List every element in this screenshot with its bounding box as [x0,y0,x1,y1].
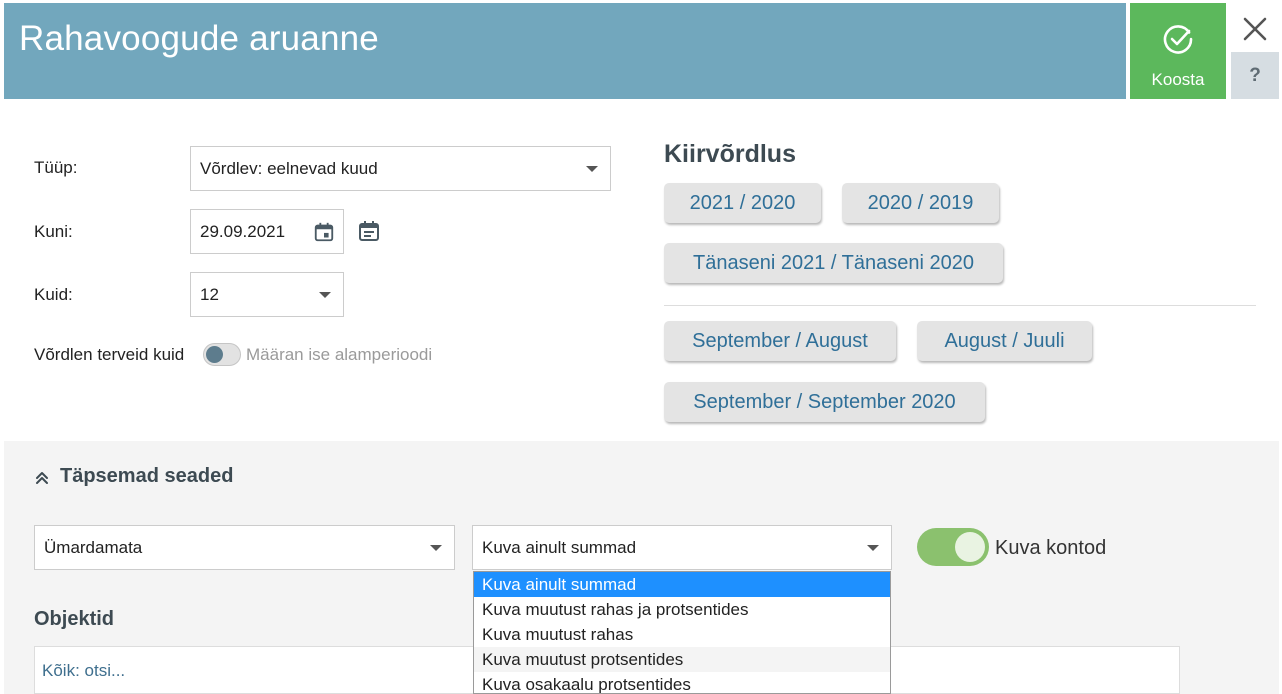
close-button[interactable] [1232,5,1278,49]
chevron-down-icon [867,544,879,551]
dropdown-option[interactable]: Kuva ainult summad [474,572,890,597]
type-select[interactable]: Võrdlev: eelnevad kuud [190,146,611,191]
chevron-down-icon [319,291,331,298]
quick-compare-button[interactable]: September / September 2020 [664,382,985,422]
quick-compare-button[interactable]: September / August [664,321,896,361]
dropdown-option[interactable]: Kuva muutust protsentides [474,647,890,672]
page-title: Rahavoogude aruanne [19,19,379,58]
dropdown-option[interactable]: Kuva muutust rahas [474,622,890,647]
calendar-list-icon[interactable] [357,219,381,243]
quick-compare-title: Kiirvõrdlus [664,140,796,168]
dropdown-option[interactable]: Kuva muutust rahas ja protsentides [474,597,890,622]
quick-compare-button[interactable]: 2021 / 2020 [664,183,821,223]
chevron-down-icon [586,165,598,172]
compare-full-months-label: Võrdlen terveid kuid [34,345,185,364]
toggle-knob [955,532,985,562]
quick-compare-button[interactable]: August / Juuli [917,321,1092,361]
check-circle-icon [1163,25,1193,54]
objects-search-placeholder: Kõik: otsi... [42,661,126,680]
display-mode-dropdown[interactable]: Kuva ainult summad Kuva muutust rahas ja… [473,571,891,694]
display-mode-value: Kuva ainult summad [482,537,637,557]
type-select-value: Võrdlev: eelnevad kuud [200,158,378,178]
chevron-down-icon [430,544,442,551]
display-mode-select[interactable]: Kuva ainult summad [472,525,892,570]
months-select-value: 12 [200,284,219,304]
dropdown-option[interactable]: Kuva osakaalu protsentides [474,672,890,693]
calendar-icon[interactable] [313,221,335,243]
months-select[interactable]: 12 [190,272,344,317]
advanced-settings-title[interactable]: Täpsemad seaded [60,465,233,488]
custom-period-label: Määran ise alamperioodi [246,345,433,364]
rounding-select[interactable]: Ümardamata [34,525,455,570]
close-icon [1243,17,1267,41]
show-accounts-toggle[interactable] [917,528,989,566]
help-button[interactable]: ? [1231,52,1279,99]
period-mode-toggle[interactable] [203,343,241,366]
months-label: Kuid: [34,285,73,304]
header-bar: Rahavoogude aruanne [4,3,1126,99]
objects-label: Objektid [34,608,115,630]
until-date-value: 29.09.2021 [200,221,286,241]
rounding-select-value: Ümardamata [44,537,143,557]
koosta-button[interactable]: Koosta [1130,3,1226,99]
until-date-input[interactable]: 29.09.2021 [190,209,344,254]
quick-compare-button[interactable]: Tänaseni 2021 / Tänaseni 2020 [664,243,1003,283]
chevron-double-up-icon[interactable] [35,471,49,485]
toggle-knob [206,346,223,363]
show-accounts-label: Kuva kontod [995,537,1107,559]
type-label: Tüüp: [34,158,78,177]
koosta-label: Koosta [1151,70,1205,89]
divider [664,305,1256,306]
quick-compare-button[interactable]: 2020 / 2019 [842,183,999,223]
until-label: Kuni: [34,222,73,241]
